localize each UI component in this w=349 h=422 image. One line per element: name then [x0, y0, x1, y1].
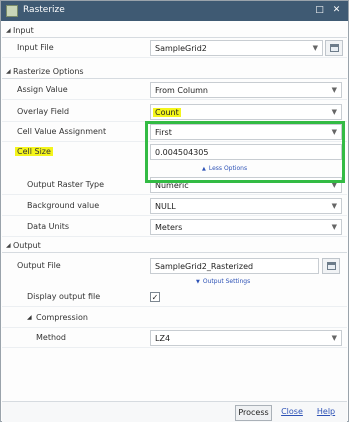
folder-icon	[330, 44, 339, 52]
divider	[2, 347, 347, 348]
row-output-raster-type: Output Raster Type Numeric ▼	[2, 175, 347, 195]
divider	[2, 78, 347, 79]
row-cell-size: Cell Size 0.004504305	[2, 142, 347, 162]
divider	[2, 215, 347, 216]
divider	[2, 306, 347, 307]
background-value-value: NULL	[155, 202, 176, 211]
section-label: Output	[13, 241, 41, 250]
assign-value-value: From Column	[155, 86, 208, 95]
restore-icon[interactable]: □	[313, 4, 326, 17]
row-display-output-file: Display output file ✓	[2, 287, 347, 307]
method-label: Method	[36, 333, 67, 342]
app-icon	[6, 5, 18, 17]
method-select[interactable]: LZ4 ▼	[150, 330, 342, 346]
chevron-down-icon[interactable]: ▼	[332, 108, 337, 116]
section-label: Input	[13, 26, 34, 35]
cell-value-assignment-value: First	[155, 128, 172, 137]
method-value: LZ4	[155, 334, 171, 343]
background-value-select[interactable]: NULL ▼	[150, 198, 342, 214]
overlay-field-label: Overlay Field	[17, 107, 70, 116]
chevron-down-icon[interactable]: ▼	[332, 202, 337, 210]
section-rasterize-options[interactable]: ◢ Rasterize Options	[2, 66, 347, 79]
output-file-input[interactable]: SampleGrid2_Rasterized	[150, 258, 319, 274]
chevron-down-icon[interactable]: ▼	[332, 128, 337, 136]
output-file-label: Output File	[17, 261, 61, 270]
row-overlay-field: Overlay Field Count ▼	[2, 102, 347, 122]
collapse-arrow-icon[interactable]: ◢	[6, 242, 11, 249]
cell-size-value: 0.004504305	[155, 148, 209, 157]
title-bar[interactable]: Rasterize □ ✕	[1, 1, 348, 21]
chevron-down-icon[interactable]: ▼	[332, 223, 337, 231]
assign-value-select[interactable]: From Column ▼	[150, 82, 342, 98]
assign-value-label: Assign Value	[17, 85, 68, 94]
window-title: Rasterize	[23, 5, 65, 15]
input-file-value: SampleGrid2	[155, 44, 207, 53]
close-icon[interactable]: ✕	[330, 4, 343, 17]
display-output-file-label: Display output file	[27, 292, 101, 301]
close-link[interactable]: Close	[280, 405, 304, 421]
collapse-arrow-icon[interactable]: ◢	[27, 314, 32, 321]
divider	[2, 99, 347, 100]
row-compression[interactable]: ◢ Compression	[2, 308, 347, 328]
output-file-value: SampleGrid2_Rasterized	[155, 262, 254, 271]
overlay-field-select[interactable]: Count ▼	[150, 104, 342, 120]
browse-input-button[interactable]	[325, 40, 343, 56]
output-raster-type-label: Output Raster Type	[27, 180, 105, 189]
cell-value-assignment-label: Cell Value Assignment	[17, 127, 107, 136]
output-settings-label: Output Settings	[202, 278, 251, 285]
chevron-down-icon[interactable]: ▼	[332, 86, 337, 94]
row-input-file: Input File SampleGrid2 ▼	[2, 38, 347, 58]
divider	[2, 57, 347, 58]
section-input[interactable]: ◢ Input	[2, 25, 347, 38]
less-options-label: Less Options	[208, 165, 248, 172]
row-assign-value: Assign Value From Column ▼	[2, 80, 347, 100]
input-file-label: Input File	[17, 43, 54, 52]
divider	[2, 194, 347, 195]
row-background-value: Background value NULL ▼	[2, 196, 347, 216]
data-units-value: Meters	[155, 223, 183, 232]
dialog-footer: Process Close Help	[2, 401, 347, 422]
data-units-select[interactable]: Meters ▼	[150, 219, 342, 235]
display-output-file-checkbox[interactable]: ✓	[150, 292, 160, 302]
divider	[2, 252, 347, 253]
collapse-arrow-icon[interactable]: ◢	[6, 68, 11, 75]
collapse-arrow-icon[interactable]: ◢	[6, 27, 11, 34]
process-button[interactable]: Process	[235, 405, 272, 421]
browse-output-button[interactable]	[322, 258, 340, 274]
compression-label: Compression	[36, 313, 88, 322]
less-options-link[interactable]: ▲ Less Options	[202, 165, 247, 172]
input-file-select[interactable]: SampleGrid2 ▼	[150, 40, 323, 56]
output-settings-link[interactable]: ▼ Output Settings	[196, 278, 250, 285]
folder-icon	[327, 262, 336, 270]
chevron-down-icon[interactable]: ▼	[313, 44, 318, 52]
cell-size-label: Cell Size	[15, 147, 53, 156]
divider	[2, 236, 347, 237]
triangle-down-icon: ▼	[196, 279, 200, 285]
section-label: Rasterize Options	[13, 67, 84, 76]
cell-value-assignment-select[interactable]: First ▼	[150, 124, 342, 140]
row-output-file: Output File SampleGrid2_Rasterized	[2, 256, 347, 276]
triangle-up-icon: ▲	[202, 166, 206, 172]
data-units-label: Data Units	[27, 222, 70, 231]
help-link[interactable]: Help	[315, 405, 337, 421]
dialog-content: ◢ Input Input File SampleGrid2 ▼ ◢ Raste…	[2, 21, 347, 401]
overlay-field-value: Count	[153, 108, 181, 117]
row-cell-value-assignment: Cell Value Assignment First ▼	[2, 122, 347, 142]
output-raster-type-select[interactable]: Numeric ▼	[150, 177, 342, 193]
output-raster-type-value: Numeric	[155, 181, 189, 190]
chevron-down-icon[interactable]: ▼	[332, 334, 337, 342]
section-output[interactable]: ◢ Output	[2, 240, 347, 253]
row-method: Method LZ4 ▼	[2, 328, 347, 348]
row-data-units: Data Units Meters ▼	[2, 217, 347, 237]
chevron-down-icon[interactable]: ▼	[332, 181, 337, 189]
cell-size-input[interactable]: 0.004504305	[150, 144, 342, 160]
background-value-label: Background value	[27, 201, 100, 210]
rasterize-dialog: Rasterize □ ✕ ◢ Input Input File SampleG…	[0, 0, 349, 422]
